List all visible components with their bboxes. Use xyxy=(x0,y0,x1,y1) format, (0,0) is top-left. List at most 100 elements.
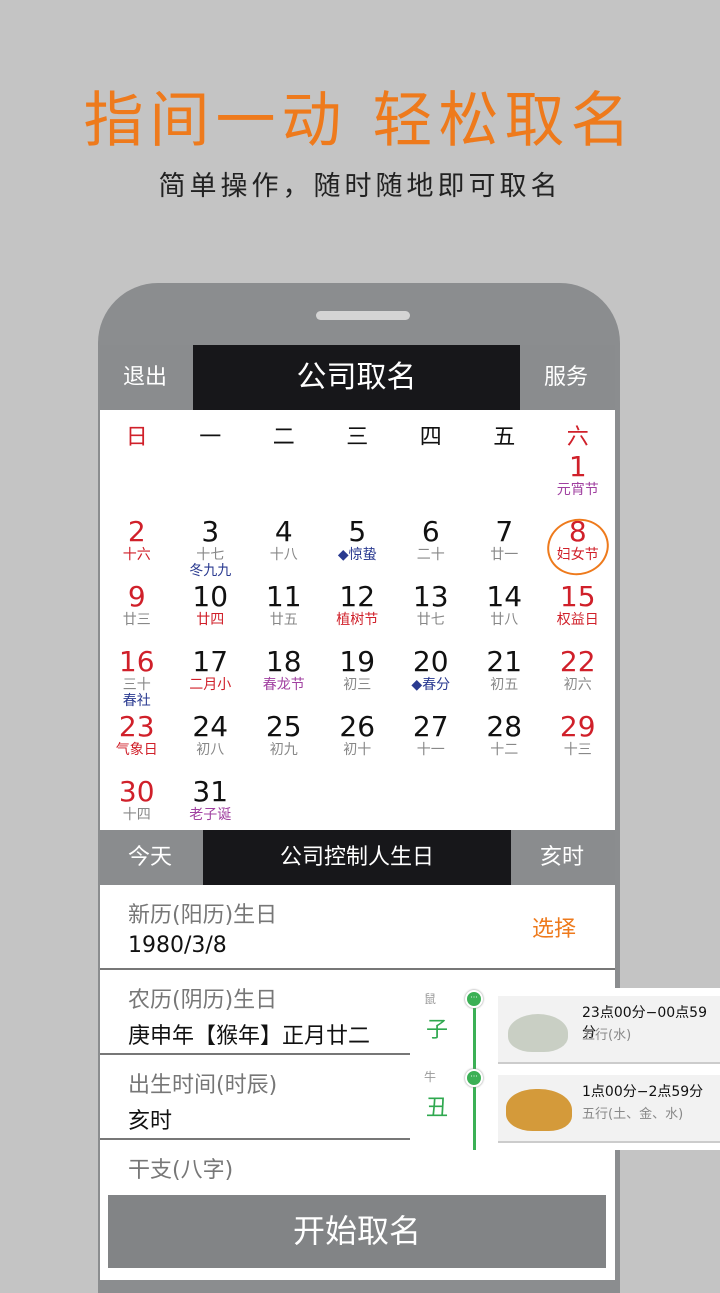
ox-icon xyxy=(506,1089,572,1131)
hour-picker-popup: 鼠 子 ··· 23点00分−00点59分 五行(水) 牛 丑 ··· 1点00… xyxy=(410,988,720,1150)
lunar-label: 初三 xyxy=(343,677,372,693)
calendar-day[interactable]: 27 十一 xyxy=(394,710,468,775)
lunar-label: 十三 xyxy=(563,742,592,758)
calendar-day[interactable]: 21 初五 xyxy=(468,645,542,710)
calendar-day[interactable]: 26 初十 xyxy=(321,710,395,775)
lunar-label: 初八 xyxy=(196,742,225,758)
calendar-day[interactable]: 2 十六 xyxy=(100,515,174,580)
day-number: 21 xyxy=(486,645,523,678)
day-number: 1 xyxy=(568,450,587,483)
weekday-header: 日 xyxy=(125,425,148,450)
calendar-day[interactable]: 1 元宵节 xyxy=(541,450,615,515)
lunar-label: 元宵节 xyxy=(556,482,599,498)
calendar-day[interactable]: 19 初三 xyxy=(321,645,395,710)
section-title: 公司控制人生日 xyxy=(203,830,511,885)
calendar-day[interactable]: 13 廿七 xyxy=(394,580,468,645)
calendar-day[interactable]: 3 十七 冬九九 xyxy=(174,515,248,580)
field-label: 农历(阴历)生日 xyxy=(128,988,278,1013)
service-button[interactable]: 服务 xyxy=(544,345,588,410)
birth-hour-field[interactable]: 出生时间(时辰) 亥时 xyxy=(100,1055,411,1140)
lunar-label: 权益日 xyxy=(556,612,599,628)
day-number: 6 xyxy=(421,515,440,548)
weekday-header: 一 xyxy=(199,425,222,450)
calendar-day[interactable]: 8 妇女节 xyxy=(540,511,616,583)
select-button[interactable]: 选择 xyxy=(532,911,576,943)
day-number: 7 xyxy=(495,515,514,548)
hour-button[interactable]: 亥时 xyxy=(540,830,584,885)
hour-option-chou[interactable]: 1点00分−2点59分 五行(土、金、水) xyxy=(498,1075,720,1143)
solar-term-label: 冬九九 xyxy=(189,563,232,579)
calendar-day[interactable]: 16 三十 春社 xyxy=(100,645,174,710)
lunar-label: 十四 xyxy=(122,807,151,823)
calendar-day[interactable]: 23 气象日 xyxy=(100,710,174,775)
hour-range: 1点00分−2点59分 xyxy=(582,1084,704,1100)
day-number: 19 xyxy=(339,645,376,678)
today-button[interactable]: 今天 xyxy=(128,830,172,885)
field-label: 干支(八字) xyxy=(128,1158,234,1183)
lunar-label: 廿七 xyxy=(416,612,445,628)
lunar-label: 二月小 xyxy=(189,677,232,693)
day-number: 10 xyxy=(192,580,229,613)
day-number: 9 xyxy=(127,580,146,613)
calendar-day[interactable]: 28 十二 xyxy=(468,710,542,775)
birthday-bar: 今天 公司控制人生日 亥时 xyxy=(100,830,615,885)
five-elements: 五行(土、金、水) xyxy=(582,1107,684,1122)
field-label: 出生时间(时辰) xyxy=(128,1073,278,1098)
calendar-day[interactable]: 25 初九 xyxy=(247,710,321,775)
lunar-label: 十七 xyxy=(196,547,225,563)
calendar-day[interactable]: 9 廿三 xyxy=(100,580,174,645)
calendar-day[interactable]: 4 十八 xyxy=(247,515,321,580)
zodiac-animal: 鼠 xyxy=(424,992,437,1006)
lunar-label: 廿四 xyxy=(196,612,225,628)
calendar-day[interactable]: 5 ◆惊蛰 xyxy=(321,515,395,580)
page-title: 公司取名 xyxy=(193,345,520,410)
top-bar: 退出 公司取名 服务 xyxy=(100,345,615,410)
day-number: 4 xyxy=(274,515,293,548)
calendar-day[interactable]: 7 廿一 xyxy=(468,515,542,580)
lunar-label: 初九 xyxy=(269,742,298,758)
lunar-label: 初六 xyxy=(563,677,592,693)
calendar-day[interactable]: 15 权益日 xyxy=(541,580,615,645)
calendar-day[interactable]: 17 二月小 xyxy=(174,645,248,710)
lunar-label: ◆春分 xyxy=(411,677,451,693)
weekday-header: 五 xyxy=(493,425,516,450)
calendar-day[interactable]: 18 春龙节 xyxy=(247,645,321,710)
field-label: 新历(阳历)生日 xyxy=(128,903,278,928)
calendar-day[interactable]: 11 廿五 xyxy=(247,580,321,645)
earthly-branch: 丑 xyxy=(426,1096,449,1121)
weekday-header: 三 xyxy=(346,425,369,450)
day-number: 13 xyxy=(412,580,449,613)
calendar-day[interactable]: 6 二十 xyxy=(394,515,468,580)
calendar-day[interactable]: 29 十三 xyxy=(541,710,615,775)
calendar-day[interactable]: 12 植树节 xyxy=(321,580,395,645)
timeline-dot: ··· xyxy=(465,1069,483,1087)
lunar-label: 初五 xyxy=(490,677,519,693)
lunar-label: 廿五 xyxy=(269,612,298,628)
hour-option-zi[interactable]: 23点00分−00点59分 五行(水) xyxy=(498,996,720,1064)
lunar-label: ◆惊蛰 xyxy=(337,547,377,563)
day-number: 23 xyxy=(118,710,155,743)
day-number: 25 xyxy=(265,710,302,743)
phone-speaker xyxy=(316,311,410,320)
day-number: 17 xyxy=(192,645,229,678)
day-number: 31 xyxy=(192,775,229,808)
lunar-label: 老子诞 xyxy=(189,807,232,823)
solar-birthday-field[interactable]: 新历(阳历)生日 1980/3/8 选择 xyxy=(100,885,615,970)
rat-icon xyxy=(508,1014,568,1052)
weekday-header: 四 xyxy=(419,425,442,450)
calendar-day[interactable]: 20 ◆春分 xyxy=(394,645,468,710)
lunar-birthday-field[interactable]: 农历(阴历)生日 庚申年【猴年】正月廿二 xyxy=(100,970,411,1055)
lunar-label: 廿八 xyxy=(490,612,519,628)
calendar-day[interactable]: 14 廿八 xyxy=(468,580,542,645)
exit-button[interactable]: 退出 xyxy=(123,345,167,410)
calendar-day[interactable]: 24 初八 xyxy=(174,710,248,775)
five-elements: 五行(水) xyxy=(582,1028,632,1043)
lunar-label: 廿一 xyxy=(490,547,519,563)
start-naming-button[interactable]: 开始取名 xyxy=(108,1195,606,1268)
earthly-branch: 子 xyxy=(426,1018,449,1043)
lunar-label: 十八 xyxy=(269,547,298,563)
calendar-day[interactable]: 10 廿四 xyxy=(174,580,248,645)
calendar-day[interactable]: 22 初六 xyxy=(541,645,615,710)
lunar-label: 廿三 xyxy=(122,612,151,628)
lunar-label: 初十 xyxy=(343,742,372,758)
